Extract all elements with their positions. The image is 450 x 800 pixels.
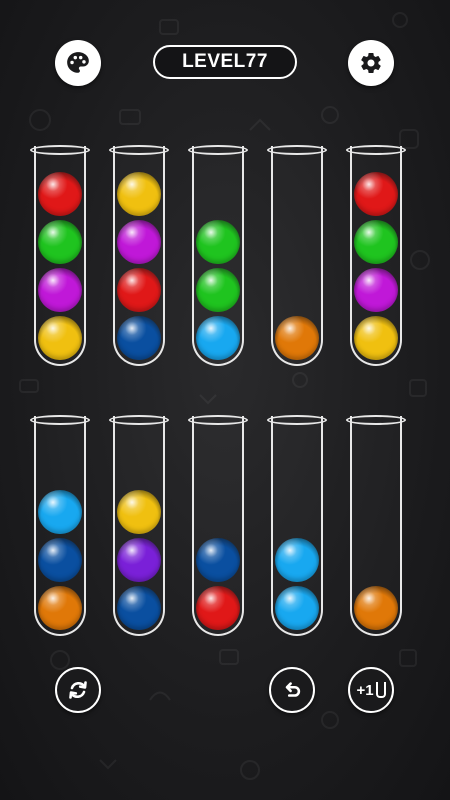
ball-purple — [354, 268, 398, 312]
undo-icon — [285, 682, 301, 697]
ball-green — [354, 220, 398, 264]
ball-skyblue — [275, 586, 319, 630]
ball-yellow — [117, 490, 161, 534]
tube-rim — [188, 415, 248, 425]
ball-yellow — [354, 316, 398, 360]
add-tube-button[interactable]: +1 — [348, 667, 394, 713]
ball-red — [196, 586, 240, 630]
ball-green — [196, 220, 240, 264]
add-tube-label: +1 — [356, 681, 374, 699]
tube-rim — [109, 145, 169, 155]
ball-green — [196, 268, 240, 312]
ball-skyblue — [38, 490, 82, 534]
tube-rim — [346, 145, 406, 155]
tube-3[interactable] — [188, 145, 248, 366]
restart-button[interactable] — [55, 667, 101, 713]
undo-button[interactable] — [269, 667, 315, 713]
theme-button[interactable] — [55, 40, 101, 86]
tube-8[interactable] — [188, 415, 248, 636]
ball-red — [117, 268, 161, 312]
ball-yellow — [38, 316, 82, 360]
tube-5[interactable] — [346, 145, 406, 366]
add-tube-icon: +1 — [356, 681, 386, 699]
ball-orange — [275, 316, 319, 360]
ball-navy — [117, 586, 161, 630]
tube-7[interactable] — [109, 415, 169, 636]
ball-navy — [117, 316, 161, 360]
tube-1[interactable] — [30, 145, 90, 366]
settings-button[interactable] — [348, 40, 394, 86]
gear-icon — [361, 53, 381, 74]
tube-rim — [267, 145, 327, 155]
ball-violet — [117, 538, 161, 582]
ball-orange — [354, 586, 398, 630]
ball-skyblue — [275, 538, 319, 582]
tube-9[interactable] — [267, 415, 327, 636]
tube-rim — [109, 415, 169, 425]
ball-navy — [38, 538, 82, 582]
ball-green — [38, 220, 82, 264]
tube-rim — [188, 145, 248, 155]
ball-purple — [38, 268, 82, 312]
ball-red — [354, 172, 398, 216]
ball-purple — [117, 220, 161, 264]
tube-rim — [30, 415, 90, 425]
restart-icon — [69, 681, 87, 699]
palette-icon — [67, 52, 89, 73]
ball-orange — [38, 586, 82, 630]
tube-rim — [267, 415, 327, 425]
ball-navy — [196, 538, 240, 582]
tube-rim — [346, 415, 406, 425]
ball-red — [38, 172, 82, 216]
tube-2[interactable] — [109, 145, 169, 366]
tube-rim — [30, 145, 90, 155]
ball-yellow — [117, 172, 161, 216]
level-indicator: LEVEL77 — [153, 45, 297, 79]
tube-4[interactable] — [267, 145, 327, 366]
tube-6[interactable] — [30, 415, 90, 636]
tube-10[interactable] — [346, 415, 406, 636]
mini-tube-icon — [375, 682, 386, 698]
ball-skyblue — [196, 316, 240, 360]
